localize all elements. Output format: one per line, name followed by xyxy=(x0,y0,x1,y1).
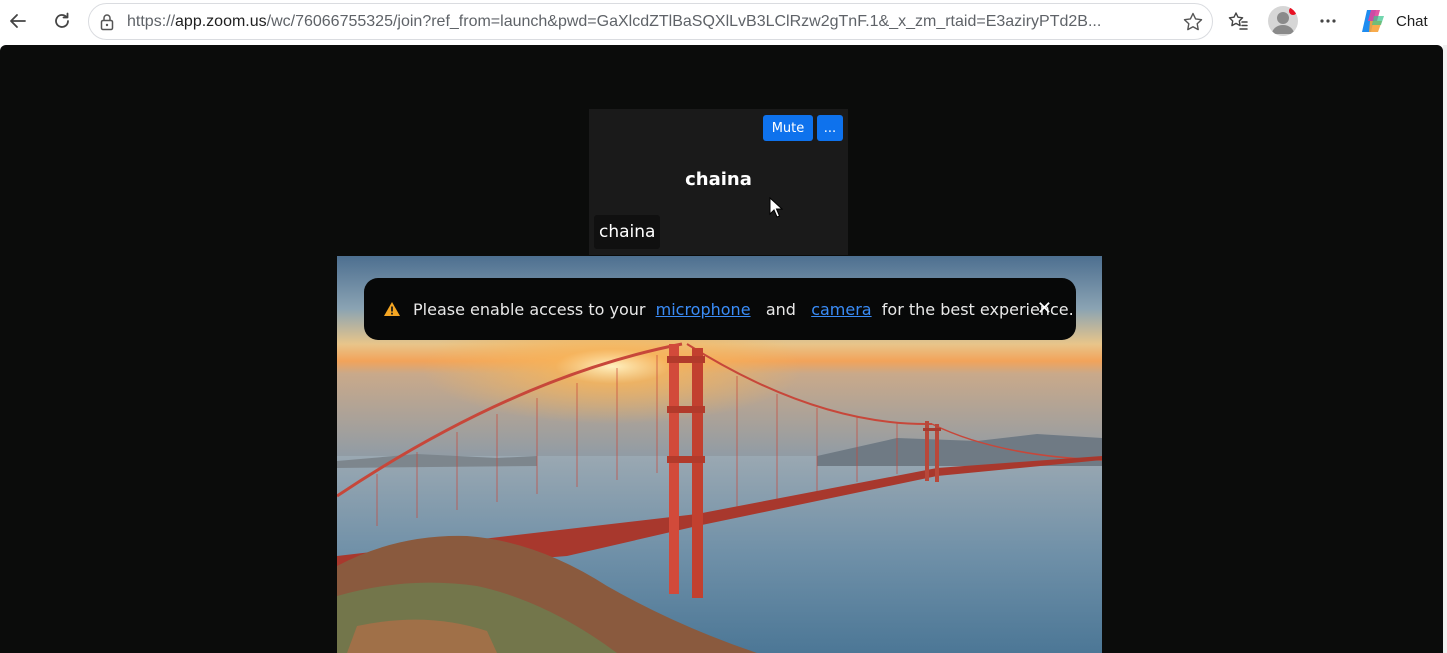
refresh-icon xyxy=(55,12,69,28)
participant-more-button[interactable]: ... xyxy=(817,115,843,141)
camera-link[interactable]: camera xyxy=(811,300,871,319)
browser-toolbar: https://app.zoom.us/wc/76066755325/join?… xyxy=(0,0,1447,45)
copilot-chat-button[interactable]: Chat xyxy=(1358,5,1428,37)
favorites-button[interactable] xyxy=(1222,6,1254,36)
notification-dot xyxy=(1289,7,1297,15)
close-notice-button[interactable]: ✕ xyxy=(1037,299,1052,319)
url-prefix: https:// xyxy=(127,13,176,30)
participant-tile[interactable]: Mute ... chaina chaina xyxy=(589,109,848,255)
back-button[interactable] xyxy=(2,6,34,36)
warning-icon xyxy=(383,301,401,317)
permission-notice: Please enable access to your microphone … xyxy=(364,278,1076,340)
notice-text-before: Please enable access to your xyxy=(413,299,646,319)
participant-display-name: chaina xyxy=(685,169,752,190)
address-bar[interactable]: https://app.zoom.us/wc/76066755325/join?… xyxy=(88,3,1213,40)
favorites-icon xyxy=(1228,12,1248,30)
url-path: /wc/76066755325/join?ref_from=launch&pwd… xyxy=(266,13,1102,30)
more-icon xyxy=(1320,19,1336,23)
refresh-button[interactable] xyxy=(46,6,78,36)
notice-text-and: and xyxy=(765,299,796,319)
meeting-area: Mute ... chaina chaina Please enable acc… xyxy=(0,45,1443,653)
more-button[interactable] xyxy=(1312,6,1344,36)
url-text[interactable]: https://app.zoom.us/wc/76066755325/join?… xyxy=(127,13,1167,31)
lock-icon[interactable] xyxy=(99,13,115,35)
url-host: app.zoom.us xyxy=(175,13,267,30)
mute-button[interactable]: Mute xyxy=(763,115,813,141)
mouse-cursor-icon xyxy=(769,197,783,218)
copilot-icon xyxy=(1362,10,1384,32)
chat-label: Chat xyxy=(1396,12,1428,30)
profile-avatar[interactable] xyxy=(1268,6,1298,36)
back-icon xyxy=(10,14,26,28)
star-icon[interactable] xyxy=(1182,11,1204,37)
page-scrollbar[interactable] xyxy=(1443,45,1447,653)
microphone-link[interactable]: microphone xyxy=(656,300,751,319)
participant-name-tag: chaina xyxy=(594,215,661,249)
